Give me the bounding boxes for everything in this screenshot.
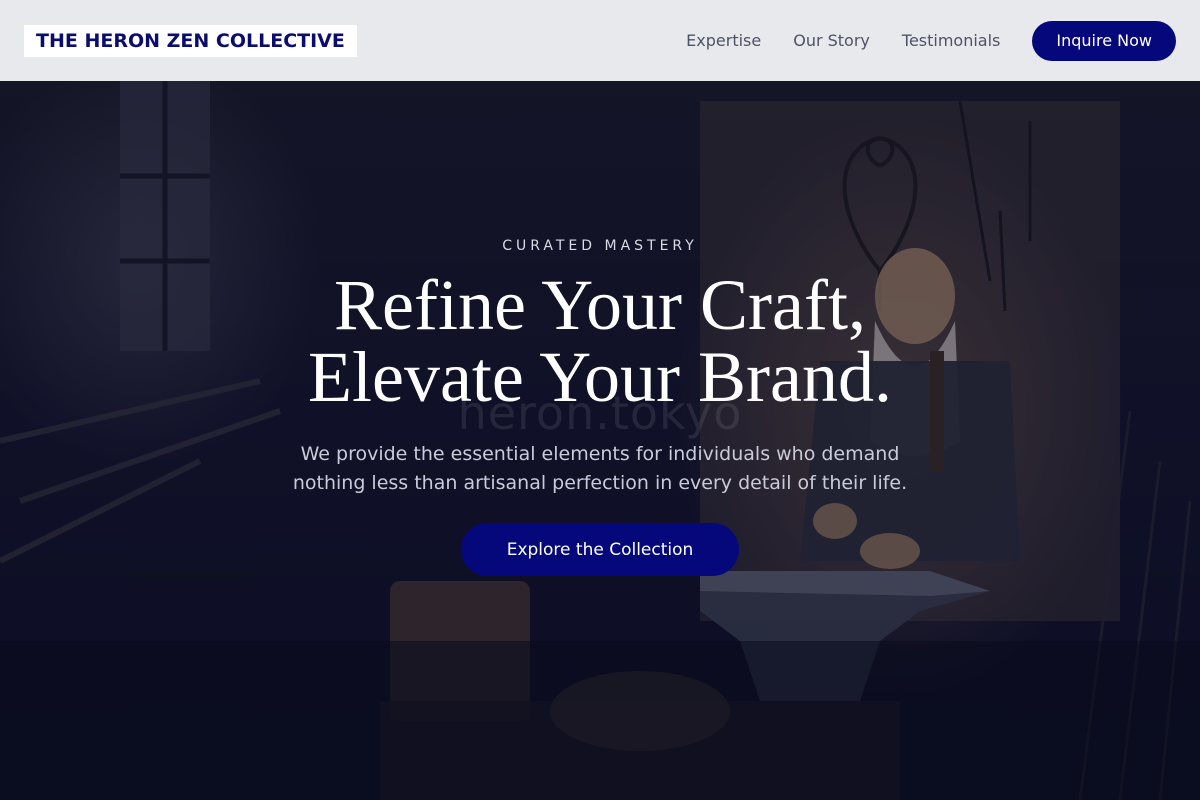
hero-eyebrow: CURATED MASTERY (502, 238, 698, 254)
main-nav: Expertise Our Story Testimonials Inquire… (686, 20, 1176, 61)
nav-link-our-story[interactable]: Our Story (793, 31, 870, 50)
hero-headline: Refine Your Craft, Elevate Your Brand. (0, 269, 1200, 413)
inquire-now-button[interactable]: Inquire Now (1032, 20, 1176, 61)
headline-line-1: Refine Your Craft, (334, 265, 866, 345)
nav-link-expertise[interactable]: Expertise (686, 31, 761, 50)
site-header: THE HERON ZEN COLLECTIVE Expertise Our S… (0, 0, 1200, 81)
explore-collection-button[interactable]: Explore the Collection (461, 523, 739, 576)
hero-subtitle: We provide the essential elements for in… (292, 443, 908, 494)
brand-logo[interactable]: THE HERON ZEN COLLECTIVE (24, 24, 357, 57)
hero-section: heron.tokyo CURATED MASTERY Refine Your … (0, 81, 1200, 800)
headline-line-2: Elevate Your Brand. (308, 337, 892, 417)
nav-link-testimonials[interactable]: Testimonials (902, 31, 1001, 50)
